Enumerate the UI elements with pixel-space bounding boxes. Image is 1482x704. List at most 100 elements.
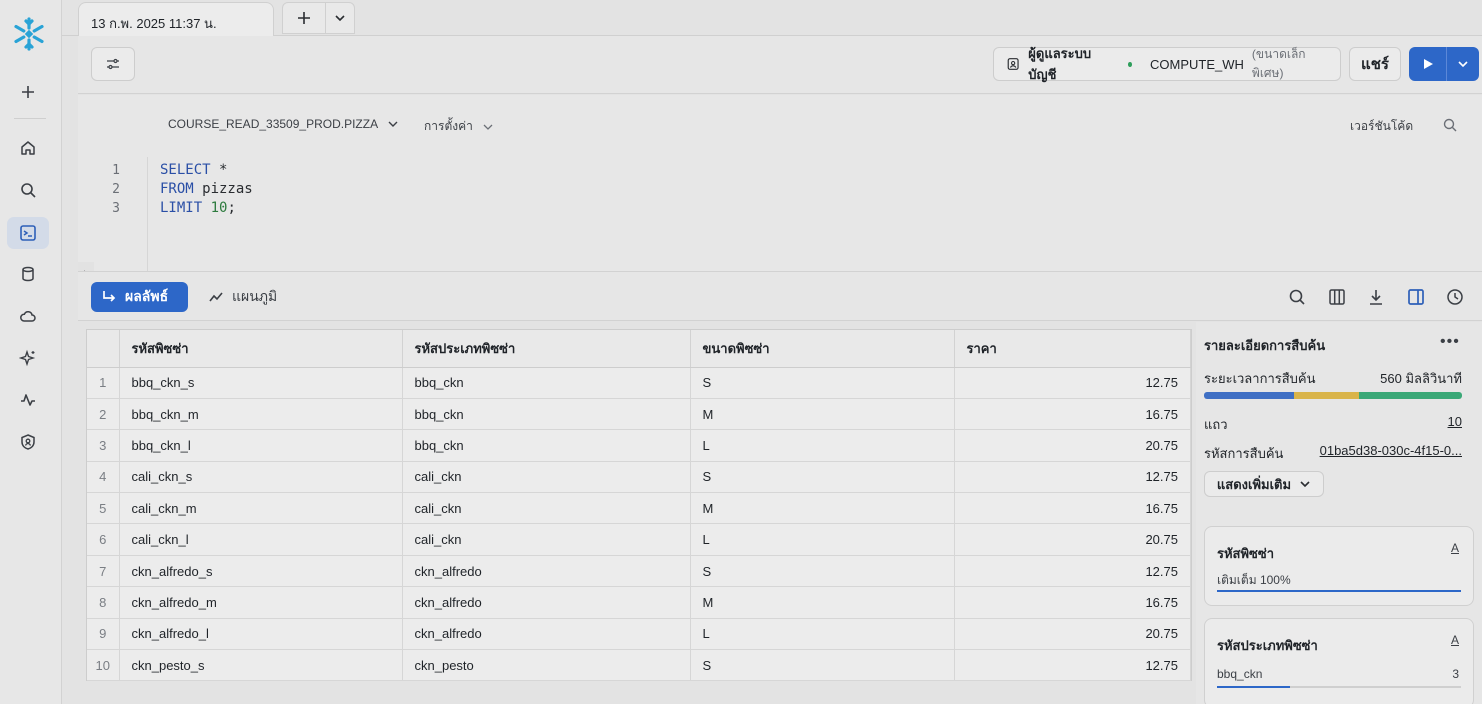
table-cell[interactable]: ckn_pesto_s [119, 649, 403, 682]
code-version-link[interactable]: เวอร์ชันโค้ด [1350, 117, 1413, 136]
table-cell[interactable]: cali_ckn_m [119, 492, 403, 525]
search-icon[interactable] [1286, 286, 1308, 308]
new-tab-button[interactable] [282, 2, 326, 34]
ai-sparkle-icon[interactable] [14, 344, 42, 372]
table-row[interactable]: 7 ckn_alfredo_s ckn_alfredo S 12.75 [87, 555, 1191, 588]
duration-segment [1204, 392, 1295, 399]
database-icon[interactable] [14, 260, 42, 288]
table-row[interactable]: 4 cali_ckn_s cali_ckn S 12.75 [87, 461, 1191, 494]
table-cell[interactable]: ckn_alfredo [402, 555, 691, 588]
activity-icon[interactable] [14, 386, 42, 414]
tab-chart[interactable]: แผนภูมิ [208, 282, 277, 312]
database-selector[interactable]: COURSE_READ_33509_PROD.PIZZA [168, 117, 400, 131]
side-panel-icon[interactable] [1405, 286, 1427, 308]
table-cell[interactable]: S [690, 367, 955, 399]
table-cell[interactable]: cali_ckn_l [119, 523, 403, 556]
table-cell[interactable]: bbq_ckn [402, 367, 691, 399]
history-icon[interactable] [1444, 286, 1466, 308]
filter-button[interactable] [91, 47, 135, 81]
table-cell[interactable]: bbq_ckn [402, 398, 691, 431]
role-warehouse-selector[interactable]: ผู้ดูแลระบบบัญชี COMPUTE_WH (ขนาดเล็กพิเ… [993, 46, 1341, 82]
table-row[interactable]: 3 bbq_ckn_l bbq_ckn L 20.75 [87, 429, 1191, 462]
settings-selector[interactable]: การตั้งค่า [424, 117, 495, 136]
row-number: 4 [87, 461, 120, 494]
table-cell[interactable]: M [690, 492, 955, 525]
table-cell[interactable]: M [690, 586, 955, 619]
table-cell[interactable]: 20.75 [954, 523, 1191, 556]
table-cell[interactable]: 16.75 [954, 586, 1191, 619]
columns-icon[interactable] [1326, 286, 1348, 308]
table-cell[interactable]: L [690, 429, 955, 462]
table-cell[interactable]: 12.75 [954, 555, 1191, 588]
search-icon[interactable] [1442, 117, 1458, 136]
table-cell[interactable]: ckn_alfredo_m [119, 586, 403, 619]
table-cell[interactable]: bbq_ckn [402, 429, 691, 462]
table-cell[interactable]: ckn_alfredo_s [119, 555, 403, 588]
table-row[interactable]: 2 bbq_ckn_m bbq_ckn M 16.75 [87, 398, 1191, 431]
column-stats-card[interactable]: รหัสพิซซ่า A เติมเต็ม 100% [1204, 526, 1474, 606]
table-cell[interactable]: bbq_ckn_m [119, 398, 403, 431]
shield-icon[interactable] [14, 428, 42, 456]
table-cell[interactable]: bbq_ckn_l [119, 429, 403, 462]
table-row[interactable]: 1 bbq_ckn_s bbq_ckn S 12.75 [87, 367, 1191, 399]
download-icon[interactable] [1365, 286, 1387, 308]
snowflake-logo-icon[interactable] [11, 16, 47, 52]
code-area[interactable]: SELECT * FROM pizzas LIMIT 10; [160, 161, 253, 218]
column-header[interactable]: ขนาดพิซซ่า [690, 330, 955, 368]
table-row[interactable]: 6 cali_ckn_l cali_ckn L 20.75 [87, 523, 1191, 556]
table-cell[interactable]: S [690, 649, 955, 682]
table-row[interactable]: 10 ckn_pesto_s ckn_pesto S 12.75 [87, 649, 1191, 682]
table-row[interactable]: 5 cali_ckn_m cali_ckn M 16.75 [87, 492, 1191, 525]
table-cell[interactable]: 16.75 [954, 398, 1191, 431]
table-cell[interactable]: L [690, 618, 955, 651]
table-row[interactable]: 9 ckn_alfredo_l ckn_alfredo L 20.75 [87, 618, 1191, 651]
play-icon[interactable] [1409, 47, 1447, 81]
table-cell[interactable]: cali_ckn [402, 523, 691, 556]
table-cell[interactable]: L [690, 523, 955, 556]
table-row[interactable]: 8 ckn_alfredo_m ckn_alfredo M 16.75 [87, 586, 1191, 619]
table-cell[interactable]: 12.75 [954, 367, 1191, 399]
code-line: SELECT * [160, 161, 253, 180]
warehouse-status-dot [1127, 61, 1133, 67]
column-header[interactable]: ราคา [954, 330, 1191, 368]
table-cell[interactable]: cali_ckn_s [119, 461, 403, 494]
table-cell[interactable]: bbq_ckn_s [119, 367, 403, 399]
table-cell[interactable]: 12.75 [954, 461, 1191, 494]
query-details-title: รายละเอียดการสืบค้น [1204, 338, 1326, 353]
share-button[interactable]: แชร์ [1349, 47, 1401, 81]
table-cell[interactable]: S [690, 461, 955, 494]
tab-menu-button[interactable] [325, 2, 355, 34]
column-stats-card[interactable]: รหัสประเภทพิซซ่า A bbq_ckn 3 [1204, 618, 1474, 704]
table-cell[interactable]: 16.75 [954, 492, 1191, 525]
table-cell[interactable]: ckn_alfredo_l [119, 618, 403, 651]
worksheets-icon[interactable] [7, 217, 49, 249]
table-cell[interactable]: 12.75 [954, 649, 1191, 682]
cloud-icon[interactable] [14, 302, 42, 330]
column-header[interactable]: รหัสพิซซ่า [119, 330, 403, 368]
worksheet-toolbar: ผู้ดูแลระบบบัญชี COMPUTE_WH (ขนาดเล็กพิเ… [78, 36, 1482, 94]
table-cell[interactable]: M [690, 398, 955, 431]
table-cell[interactable]: 20.75 [954, 618, 1191, 651]
chevron-down-icon[interactable] [1447, 47, 1479, 81]
table-cell[interactable]: ckn_pesto [402, 649, 691, 682]
worksheet-tab[interactable]: 13 ก.พ. 2025 11:37 น. [78, 2, 274, 36]
row-number: 5 [87, 492, 120, 525]
row-number: 1 [87, 367, 120, 399]
rows-value[interactable]: 10 [1448, 414, 1462, 435]
tab-chart-label: แผนภูมิ [232, 288, 278, 304]
table-cell[interactable]: S [690, 555, 955, 588]
run-button[interactable] [1409, 47, 1479, 81]
table-cell[interactable]: ckn_alfredo [402, 586, 691, 619]
table-cell[interactable]: ckn_alfredo [402, 618, 691, 651]
column-header[interactable]: รหัสประเภทพิซซ่า [402, 330, 691, 368]
add-icon[interactable] [14, 78, 42, 106]
table-cell[interactable]: 20.75 [954, 429, 1191, 462]
show-more-button[interactable]: แสดงเพิ่มเติม [1204, 471, 1324, 497]
more-options-icon[interactable]: ••• [1440, 333, 1460, 351]
query-id-value[interactable]: 01ba5d38-030c-4f15-0... [1320, 443, 1462, 464]
table-cell[interactable]: cali_ckn [402, 492, 691, 525]
tab-results[interactable]: ผลลัพธ์ [91, 282, 188, 312]
table-cell[interactable]: cali_ckn [402, 461, 691, 494]
search-icon[interactable] [14, 176, 42, 204]
home-icon[interactable] [14, 134, 42, 162]
